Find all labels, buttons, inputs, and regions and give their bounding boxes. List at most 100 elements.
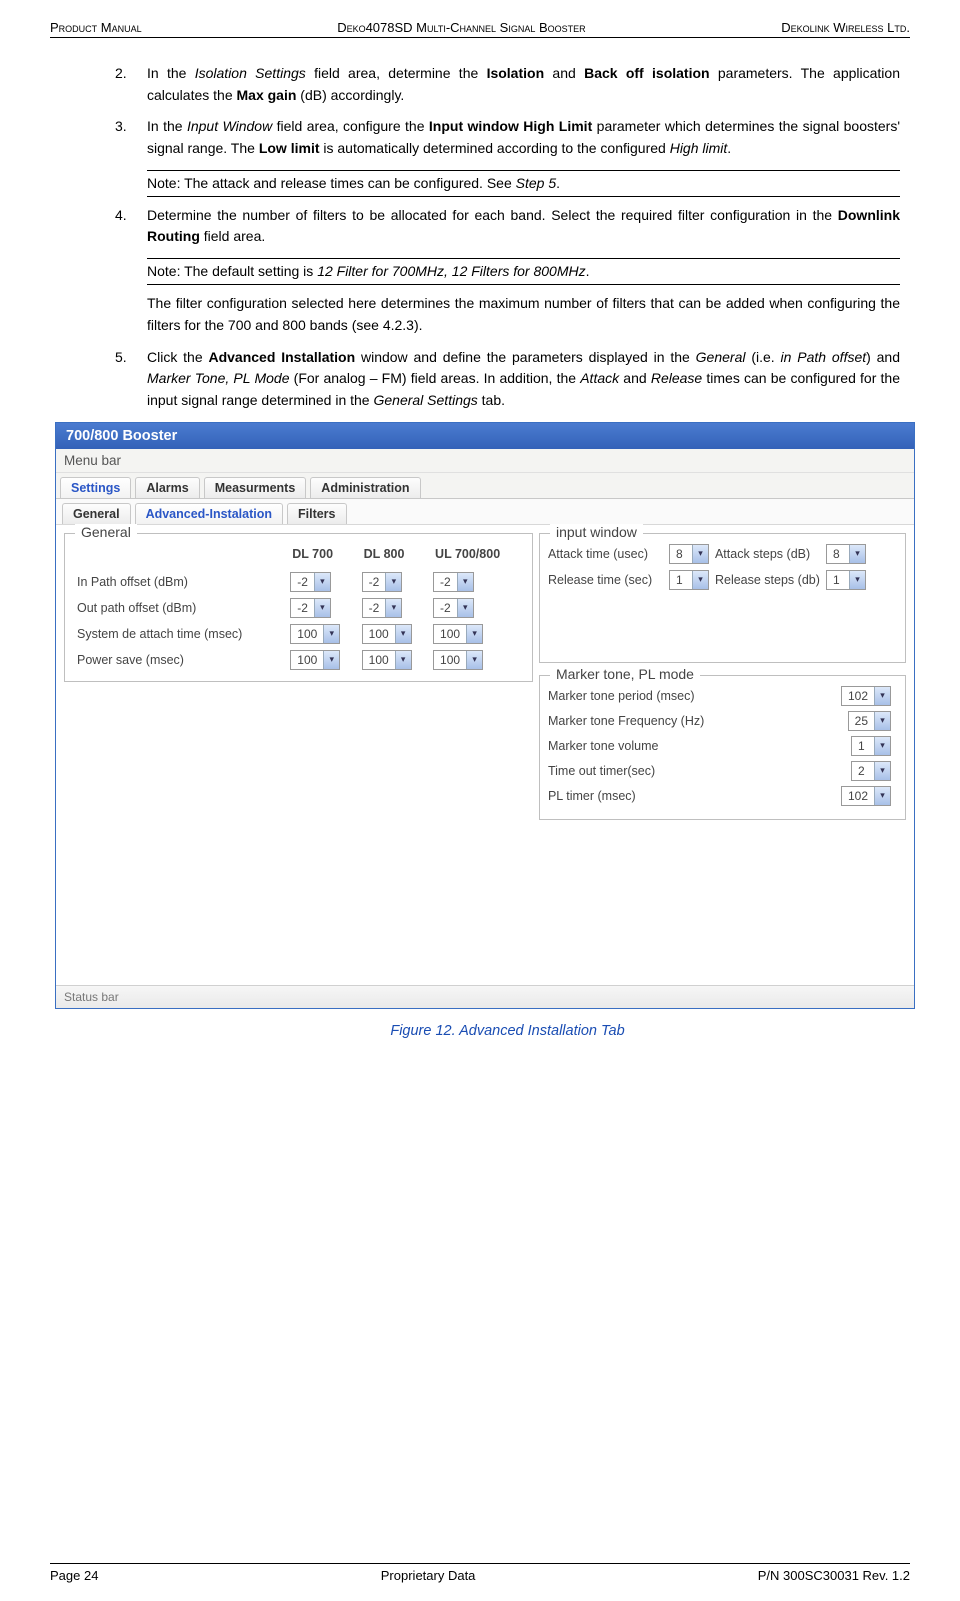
- select-ul[interactable]: 100▾: [433, 624, 483, 644]
- step-3: 3. In the Input Window field area, confi…: [115, 116, 900, 159]
- body-content: 2. In the Isolation Settings field area,…: [50, 63, 910, 1039]
- row-label: System de attach time (msec): [73, 621, 286, 647]
- step-5: 5. Click the Advanced Installation windo…: [115, 347, 900, 412]
- status-bar: Status bar: [56, 985, 914, 1008]
- step4-sub: The filter configuration selected here d…: [147, 293, 900, 336]
- groupbox-general: General DL 700 DL 800 UL 700/800 In Path…: [64, 533, 533, 682]
- select-dl700[interactable]: 100▾: [290, 624, 340, 644]
- groupbox-title: General: [75, 524, 137, 540]
- table-row: In Path offset (dBm) -2▾ -2▾ -2▾: [73, 569, 524, 595]
- step-text: In the Isolation Settings field area, de…: [147, 63, 900, 106]
- step-4: 4. Determine the number of filters to be…: [115, 205, 900, 248]
- main-tabs: Settings Alarms Measurments Administrati…: [56, 473, 914, 499]
- input-window-row: Release time (sec) 1▾ Release steps (db)…: [548, 570, 897, 590]
- figure-caption: Figure 12. Advanced Installation Tab: [115, 1023, 900, 1039]
- select-ul[interactable]: -2▾: [433, 572, 474, 592]
- chevron-down-icon: ▾: [874, 687, 890, 705]
- footer-center: Proprietary Data: [381, 1568, 476, 1583]
- step-number: 3.: [115, 116, 133, 159]
- menubar: Menu bar: [56, 449, 914, 473]
- select-attack-steps[interactable]: 8▾: [826, 544, 866, 564]
- general-table: DL 700 DL 800 UL 700/800 In Path offset …: [73, 544, 524, 673]
- chevron-down-icon: ▾: [395, 651, 411, 669]
- tab-measurments[interactable]: Measurments: [204, 477, 307, 498]
- groupbox-input-window: input window Attack time (usec) 8▾ Attac…: [539, 533, 906, 663]
- select-marker-vol[interactable]: 1▾: [851, 736, 891, 756]
- page-footer: Page 24 Proprietary Data P/N 300SC30031 …: [50, 1563, 910, 1583]
- note-step3: Note: The attack and release times can b…: [147, 170, 900, 197]
- subtab-filters[interactable]: Filters: [287, 503, 347, 524]
- page-header: Product Manual Deko4078SD Multi-Channel …: [50, 20, 910, 38]
- marker-row: Time out timer(sec)2▾: [548, 761, 897, 781]
- footer-right: P/N 300SC30031 Rev. 1.2: [758, 1568, 910, 1583]
- groupbox-title: input window: [550, 524, 643, 540]
- step-2: 2. In the Isolation Settings field area,…: [115, 63, 900, 106]
- select-dl800[interactable]: 100▾: [362, 650, 412, 670]
- subtab-advanced-instalation[interactable]: Advanced-Instalation: [135, 503, 283, 524]
- groupbox-title: Marker tone, PL mode: [550, 666, 700, 682]
- chevron-down-icon: ▾: [323, 651, 339, 669]
- select-dl700[interactable]: -2▾: [290, 598, 331, 618]
- chevron-down-icon: ▾: [314, 573, 330, 591]
- tab-alarms[interactable]: Alarms: [135, 477, 199, 498]
- header-left: Product Manual: [50, 20, 142, 35]
- marker-row: Marker tone Frequency (Hz)25▾: [548, 711, 897, 731]
- select-release-time[interactable]: 1▾: [669, 570, 709, 590]
- step-text: In the Input Window field area, configur…: [147, 116, 900, 159]
- select-attack-time[interactable]: 8▾: [669, 544, 709, 564]
- input-window-row: Attack time (usec) 8▾ Attack steps (dB) …: [548, 544, 897, 564]
- select-release-steps[interactable]: 1▾: [826, 570, 866, 590]
- subtab-general[interactable]: General: [62, 503, 131, 524]
- chevron-down-icon: ▾: [466, 651, 482, 669]
- groupbox-marker-tone: Marker tone, PL mode Marker tone period …: [539, 675, 906, 820]
- select-dl700[interactable]: 100▾: [290, 650, 340, 670]
- note-step4: Note: The default setting is 12 Filter f…: [147, 258, 900, 285]
- row-label: Out path offset (dBm): [73, 595, 286, 621]
- select-marker-freq[interactable]: 25▾: [848, 711, 891, 731]
- chevron-down-icon: ▾: [385, 599, 401, 617]
- marker-row: Marker tone volume1▾: [548, 736, 897, 756]
- step-number: 4.: [115, 205, 133, 248]
- table-row: System de attach time (msec) 100▾ 100▾ 1…: [73, 621, 524, 647]
- select-dl800[interactable]: -2▾: [362, 598, 403, 618]
- step-text: Click the Advanced Installation window a…: [147, 347, 900, 412]
- chevron-down-icon: ▾: [395, 625, 411, 643]
- chevron-down-icon: ▾: [874, 787, 890, 805]
- tab-settings[interactable]: Settings: [60, 477, 131, 498]
- header-right: Dekolink Wireless Ltd.: [781, 20, 910, 35]
- header-center: Deko4078SD Multi-Channel Signal Booster: [337, 20, 585, 35]
- tab-administration[interactable]: Administration: [310, 477, 420, 498]
- table-row: Power save (msec) 100▾ 100▾ 100▾: [73, 647, 524, 673]
- chevron-down-icon: ▾: [849, 545, 865, 563]
- chevron-down-icon: ▾: [692, 545, 708, 563]
- step-number: 5.: [115, 347, 133, 412]
- chevron-down-icon: ▾: [314, 599, 330, 617]
- select-ul[interactable]: 100▾: [433, 650, 483, 670]
- chevron-down-icon: ▾: [323, 625, 339, 643]
- chevron-down-icon: ▾: [874, 762, 890, 780]
- chevron-down-icon: ▾: [457, 573, 473, 591]
- step-number: 2.: [115, 63, 133, 106]
- select-dl700[interactable]: -2▾: [290, 572, 331, 592]
- marker-row: Marker tone period (msec)102▾: [548, 686, 897, 706]
- select-pl-timer[interactable]: 102▾: [841, 786, 891, 806]
- select-ul[interactable]: -2▾: [433, 598, 474, 618]
- row-label: Power save (msec): [73, 647, 286, 673]
- advanced-install-screenshot: 700/800 Booster Menu bar Settings Alarms…: [55, 422, 915, 1009]
- select-timeout[interactable]: 2▾: [851, 761, 891, 781]
- window-titlebar: 700/800 Booster: [56, 423, 914, 449]
- row-label: In Path offset (dBm): [73, 569, 286, 595]
- chevron-down-icon: ▾: [466, 625, 482, 643]
- chevron-down-icon: ▾: [457, 599, 473, 617]
- select-dl800[interactable]: -2▾: [362, 572, 403, 592]
- chevron-down-icon: ▾: [874, 737, 890, 755]
- chevron-down-icon: ▾: [874, 712, 890, 730]
- footer-left: Page 24: [50, 1568, 98, 1583]
- select-dl800[interactable]: 100▾: [362, 624, 412, 644]
- select-marker-period[interactable]: 102▾: [841, 686, 891, 706]
- table-row: Out path offset (dBm) -2▾ -2▾ -2▾: [73, 595, 524, 621]
- chevron-down-icon: ▾: [849, 571, 865, 589]
- marker-row: PL timer (msec)102▾: [548, 786, 897, 806]
- step-text: Determine the number of filters to be al…: [147, 205, 900, 248]
- sub-tabs: General Advanced-Instalation Filters: [56, 499, 914, 525]
